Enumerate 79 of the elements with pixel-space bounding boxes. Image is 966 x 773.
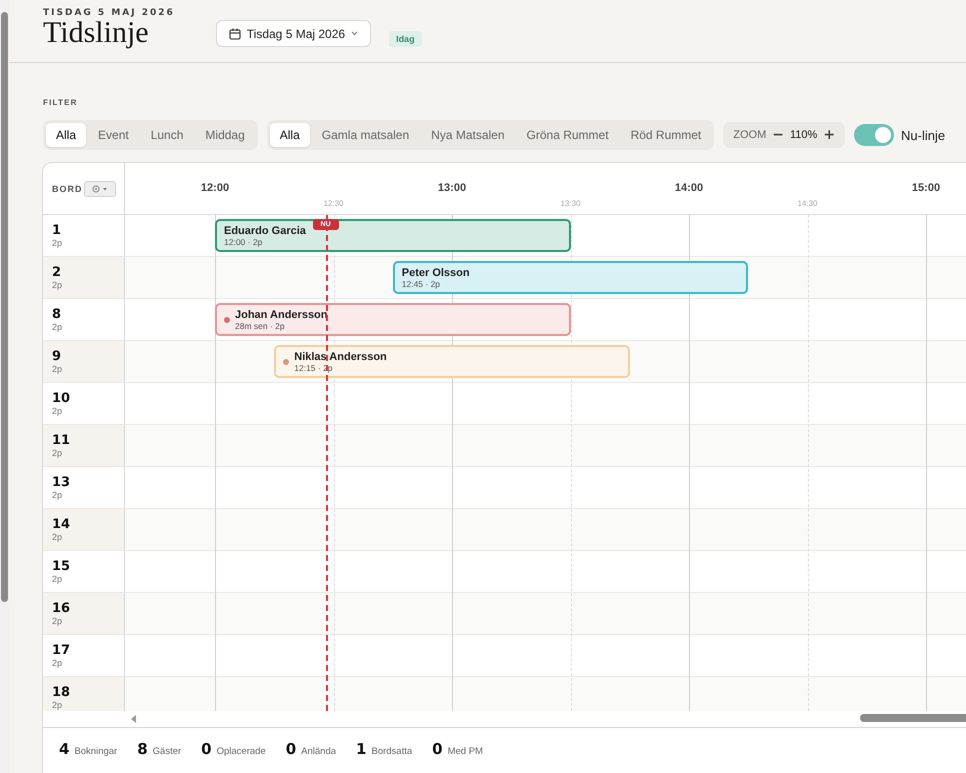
filter-tab[interactable]: Alla bbox=[270, 123, 310, 147]
table-seats: 2p bbox=[52, 658, 124, 668]
half-hour-label: 14:30 bbox=[797, 199, 818, 208]
filter-label: FILTER bbox=[43, 98, 79, 107]
filter-tab[interactable]: Gamla matsalen bbox=[312, 123, 420, 147]
filter-tab[interactable]: Gröna Rummet bbox=[516, 123, 619, 147]
booking-detail: 12:45 · 2p bbox=[402, 278, 442, 288]
table-number: 15 bbox=[52, 559, 72, 574]
table-seats: 2p bbox=[52, 616, 124, 626]
booking-detail: 12:00 · 2p bbox=[224, 236, 264, 246]
table-number: 9 bbox=[52, 349, 62, 364]
table-number: 13 bbox=[52, 475, 72, 490]
today-badge: Idag bbox=[389, 31, 422, 47]
table-seats: 2p bbox=[52, 490, 124, 500]
settings-button[interactable] bbox=[84, 180, 116, 196]
booking-block[interactable]: Peter Olsson 12:45 · 2p bbox=[392, 261, 748, 294]
booking-block[interactable]: Johan Andersson 28m sen · 2p bbox=[215, 303, 570, 336]
stat-label: Bokningar bbox=[74, 746, 118, 757]
table-number: 1 bbox=[52, 223, 62, 238]
calendar-icon bbox=[228, 28, 241, 40]
stat-count: 0 bbox=[201, 740, 212, 758]
guest-name: Johan Andersson bbox=[235, 308, 328, 320]
stat-label: Med PM bbox=[448, 746, 483, 757]
zoom-label: ZOOM bbox=[733, 129, 766, 141]
hour-label: 12:00 bbox=[200, 182, 230, 194]
stat-label: Bordsatta bbox=[371, 746, 412, 757]
column-header: BORD bbox=[52, 184, 82, 194]
table-seats: 2p bbox=[52, 448, 124, 458]
table-seats: 2p bbox=[52, 322, 124, 332]
table-seats: 2p bbox=[52, 574, 124, 584]
table-seats: 2p bbox=[52, 280, 124, 290]
filter-tab[interactable]: Event bbox=[88, 123, 139, 147]
table-number: 16 bbox=[52, 601, 72, 616]
stat-label: Anlända bbox=[301, 746, 336, 757]
table-number: 17 bbox=[52, 643, 72, 658]
guest-name: Eduardo Garcia bbox=[224, 224, 306, 236]
chevron-icon bbox=[351, 31, 358, 36]
toggle-label: Nu-linje bbox=[901, 128, 946, 142]
guest-name: Niklas Andersson bbox=[294, 350, 387, 362]
filter-tab[interactable]: Röd Rummet bbox=[620, 123, 712, 147]
filter-tab[interactable]: Lunch bbox=[140, 123, 194, 147]
stat-label: Oplacerade bbox=[216, 746, 266, 757]
half-hour-label: 12:30 bbox=[323, 199, 344, 208]
booking-detail: 28m sen · 2p bbox=[235, 320, 286, 330]
stat-count: 0 bbox=[432, 740, 443, 758]
stat-label: Gäster bbox=[152, 746, 182, 757]
table-seats: 2p bbox=[52, 238, 124, 248]
filter-tab[interactable]: Middag bbox=[195, 123, 255, 147]
table-seats: 2p bbox=[52, 532, 124, 542]
zoom-in-button[interactable]: + bbox=[823, 128, 836, 142]
half-hour-label: 13:30 bbox=[560, 199, 581, 208]
table-seats: 2p bbox=[52, 700, 124, 710]
stat-count: 0 bbox=[286, 740, 296, 758]
table-number: 8 bbox=[52, 307, 62, 322]
hour-label: 13:00 bbox=[438, 182, 466, 194]
stat-count: 1 bbox=[356, 740, 366, 758]
hour-label: 15:00 bbox=[912, 182, 940, 194]
zoom-value: 110% bbox=[790, 129, 818, 141]
stat-count: 8 bbox=[137, 740, 148, 758]
table-number: 10 bbox=[52, 391, 72, 406]
filter-tab[interactable]: Alla bbox=[46, 123, 86, 147]
scroll-left-icon[interactable] bbox=[131, 715, 137, 723]
filter-tab[interactable]: Nya Matsalen bbox=[421, 123, 515, 147]
toggle-switch[interactable] bbox=[854, 124, 894, 146]
zoom-out-button[interactable]: − bbox=[772, 128, 784, 142]
table-number: 11 bbox=[52, 433, 72, 448]
date-picker[interactable]: Tisdag 5 Maj 2026 bbox=[216, 20, 372, 47]
table-seats: 2p bbox=[52, 364, 124, 374]
table-seats: 2p bbox=[52, 406, 124, 416]
hour-label: 14:00 bbox=[674, 182, 704, 194]
table-number: 2 bbox=[52, 265, 62, 280]
settings-icon bbox=[90, 184, 110, 194]
table-number: 14 bbox=[52, 517, 72, 532]
table-number: 18 bbox=[52, 685, 72, 700]
stat-count: 4 bbox=[59, 740, 70, 758]
date-caption: TISDAG 5 MAJ 2026 bbox=[43, 8, 175, 18]
page-scrollbar[interactable] bbox=[0, 0, 9, 773]
page-title: Tidslinje bbox=[43, 18, 150, 48]
guest-name: Peter Olsson bbox=[402, 266, 470, 278]
